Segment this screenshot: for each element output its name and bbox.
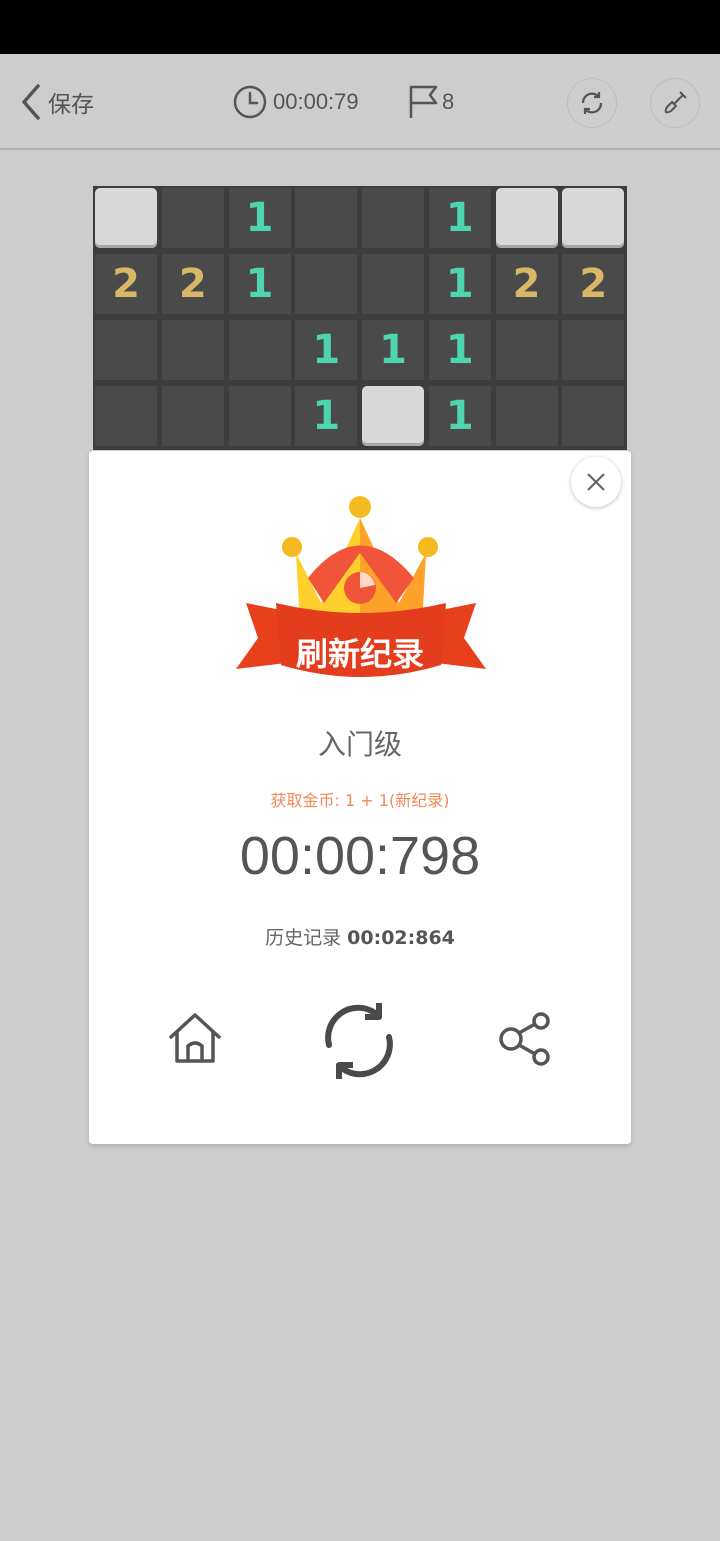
flag-counter: 8 — [406, 84, 454, 120]
board-cell[interactable] — [495, 386, 558, 446]
coin-reward: 获取金币: 1 + 1(新纪录) — [270, 791, 450, 810]
timer-value: 00:00:79 — [273, 89, 359, 114]
history-value: 00:02:864 — [347, 927, 455, 949]
home-icon — [169, 1013, 221, 1063]
board-cell[interactable]: 1 — [428, 320, 491, 380]
board-cell[interactable]: 1 — [428, 254, 491, 314]
home-button[interactable] — [163, 1007, 227, 1071]
share-icon — [499, 1012, 550, 1066]
restart-button[interactable] — [567, 78, 617, 128]
board-cell[interactable]: 1 — [295, 320, 358, 380]
status-bar — [0, 0, 720, 54]
timer: 00:00:79 — [232, 84, 359, 120]
close-icon — [587, 473, 605, 491]
board-cell[interactable] — [362, 188, 424, 248]
board-cell[interactable]: 2 — [562, 254, 625, 314]
board-cell[interactable] — [228, 386, 291, 446]
board-cell[interactable] — [495, 320, 558, 380]
share-button[interactable] — [493, 1009, 557, 1069]
board-cell[interactable] — [495, 188, 558, 248]
refresh-icon — [581, 92, 603, 114]
board-cell[interactable] — [562, 320, 625, 380]
close-button[interactable] — [571, 457, 621, 507]
top-bar: 保存 00:00:79 8 — [0, 54, 720, 150]
board-cell[interactable] — [161, 320, 224, 380]
history-record: 历史记录 00:02:864 — [89, 923, 631, 950]
back-button[interactable]: 保存 — [18, 80, 94, 124]
board-cell[interactable] — [161, 188, 224, 248]
clock-icon — [233, 85, 267, 119]
board-cell[interactable] — [95, 188, 157, 248]
record-time: 00:00:798 — [239, 826, 481, 886]
shovel-button[interactable] — [650, 78, 700, 128]
board-cell[interactable] — [95, 320, 157, 380]
record-dialog: 刷新纪录 入门级 获取金币: 1 + 1(新纪录) 00:00:798 历史记录… — [89, 451, 631, 1144]
banner-title: 刷新纪录 — [295, 635, 424, 673]
board-cell[interactable]: 1 — [428, 188, 491, 248]
chevron-left-icon — [22, 84, 40, 120]
board-cell[interactable] — [362, 386, 424, 446]
board-cell[interactable] — [228, 320, 291, 380]
board-cell[interactable]: 1 — [228, 254, 291, 314]
board-cell[interactable] — [95, 386, 157, 446]
board-cell[interactable]: 1 — [228, 188, 291, 248]
history-label: 历史记录 — [265, 927, 342, 949]
shovel-icon — [664, 91, 687, 114]
minefield-board: 1122112211111 — [93, 186, 627, 450]
board-cell[interactable] — [295, 188, 358, 248]
board-cell[interactable]: 2 — [161, 254, 224, 314]
board-cell[interactable]: 2 — [95, 254, 157, 314]
difficulty-level: 入门级 — [317, 728, 402, 761]
board-cell[interactable]: 1 — [362, 320, 424, 380]
board-cell[interactable]: 2 — [495, 254, 558, 314]
board-cell[interactable] — [161, 386, 224, 446]
refresh-icon — [325, 1003, 393, 1079]
flag-icon — [409, 85, 438, 118]
board-cell[interactable]: 1 — [295, 386, 358, 446]
board-cell[interactable]: 1 — [428, 386, 491, 446]
board-cell[interactable] — [562, 188, 625, 248]
replay-button[interactable] — [315, 997, 403, 1085]
board-cell[interactable] — [295, 254, 358, 314]
board-cell[interactable] — [362, 254, 424, 314]
board-cell[interactable] — [562, 386, 625, 446]
flag-count: 8 — [442, 89, 455, 114]
back-label: 保存 — [48, 91, 94, 117]
